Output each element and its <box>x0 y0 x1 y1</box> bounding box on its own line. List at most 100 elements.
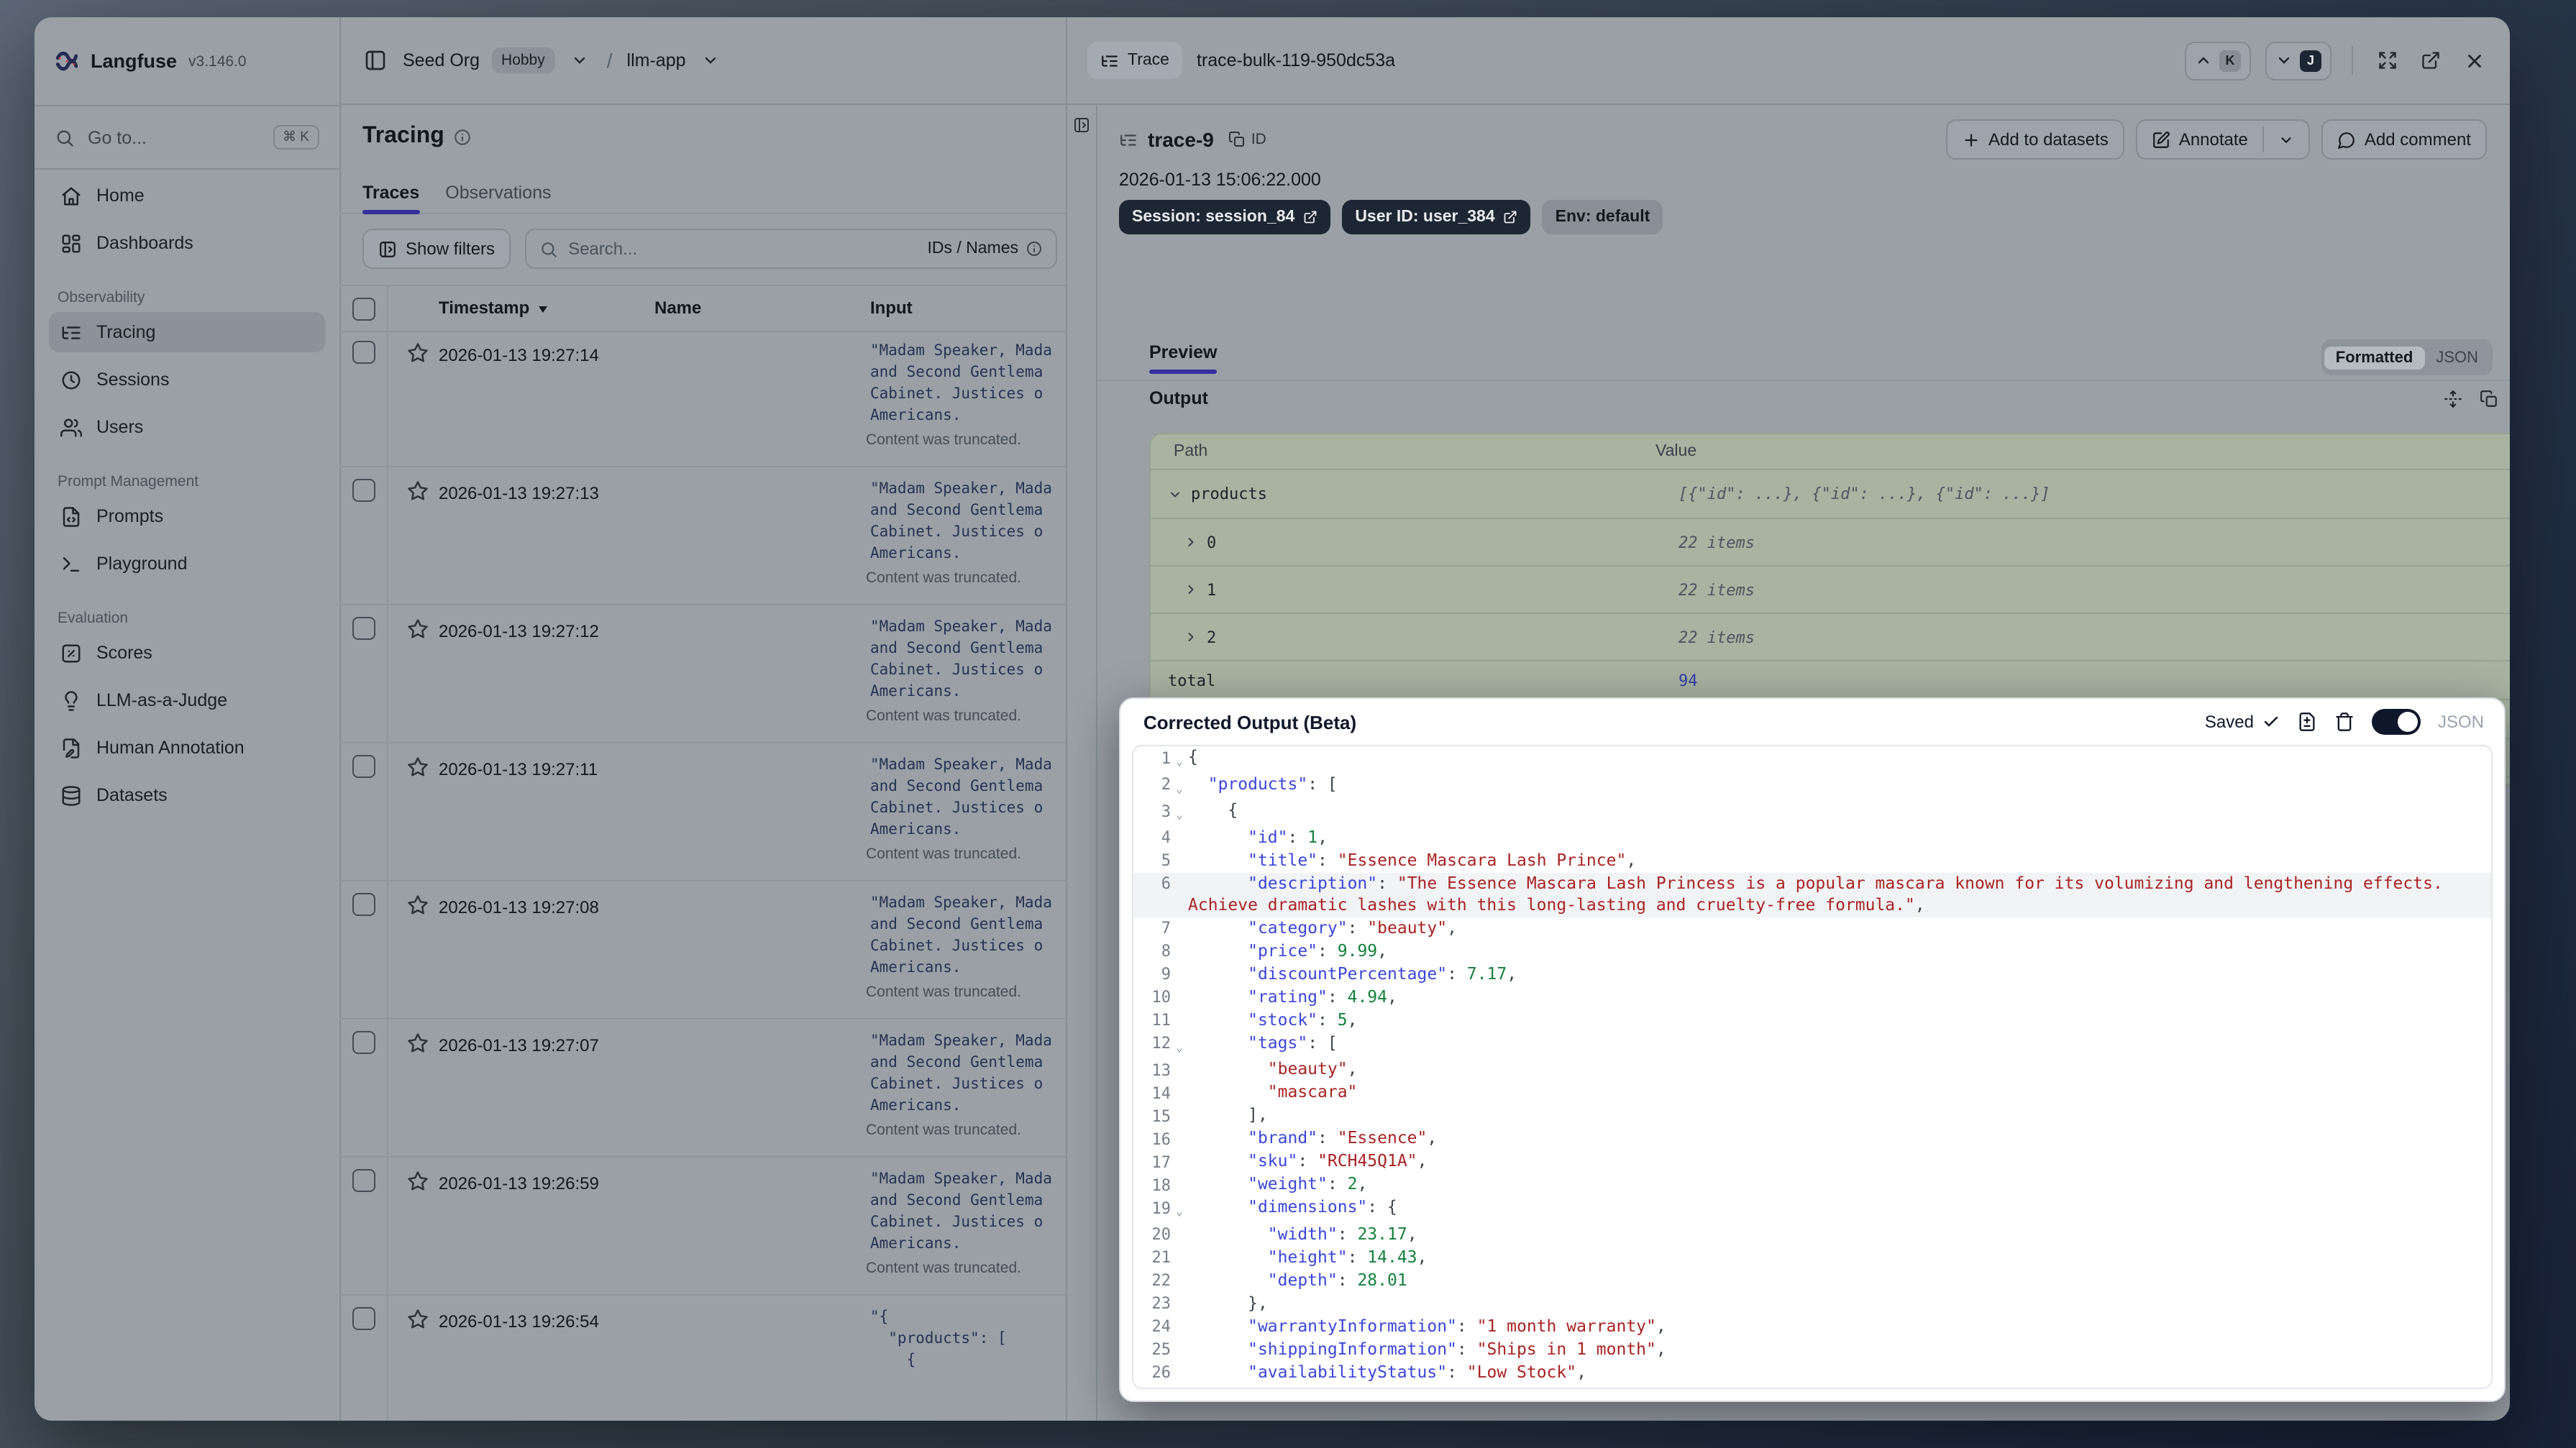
chevron-right-icon[interactable] <box>1184 630 1198 644</box>
row-checkbox[interactable] <box>352 755 375 778</box>
code-line-1[interactable]: 1 ⌄{ <box>1133 746 2491 773</box>
sidebar-item-prompts[interactable]: Prompts <box>49 496 325 536</box>
code-line-22[interactable]: 22 "depth": 28.01 <box>1133 1269 2491 1292</box>
sidebar-item-llm-as-a-judge[interactable]: LLM-as-a-Judge <box>49 680 325 720</box>
info-icon[interactable] <box>1026 240 1043 257</box>
sidebar-item-sessions[interactable]: Sessions <box>49 359 325 400</box>
next-trace-button[interactable]: J <box>2265 41 2331 80</box>
code-line-2[interactable]: 2 ⌄ "products": [ <box>1133 773 2491 799</box>
bookmark-star-icon[interactable] <box>407 342 429 364</box>
sidebar-item-playground[interactable]: Playground <box>49 544 325 584</box>
trace-badge-user-id[interactable]: User ID: user_384 <box>1342 200 1531 234</box>
row-checkbox[interactable] <box>352 893 375 916</box>
breadcrumb-project[interactable]: llm-app <box>627 50 686 70</box>
column-name[interactable]: Name <box>654 298 701 318</box>
trace-table-row[interactable]: 2026-01-13 19:27:08 "Madam Speaker, Mada … <box>339 881 1066 1019</box>
code-line-9[interactable]: 9 "discountPercentage": 7.17, <box>1133 963 2491 986</box>
bookmark-star-icon[interactable] <box>407 480 429 502</box>
row-checkbox[interactable] <box>352 1031 375 1054</box>
trace-table-row[interactable]: 2026-01-13 19:27:07 "Madam Speaker, Mada … <box>339 1019 1066 1158</box>
sidebar-item-tracing[interactable]: Tracing <box>49 312 325 352</box>
panel-left-icon[interactable] <box>360 45 391 76</box>
code-line-26[interactable]: 26 "availabilityStatus": "Low Stock", <box>1133 1361 2491 1384</box>
code-line-15[interactable]: 15 ], <box>1133 1104 2491 1127</box>
row-checkbox[interactable] <box>352 341 375 364</box>
tab-preview[interactable]: Preview <box>1149 342 1218 374</box>
fold-chevron-icon[interactable]: ⌄ <box>1171 1384 1188 1388</box>
row-checkbox[interactable] <box>352 1169 375 1192</box>
trash-icon[interactable] <box>2334 712 2355 732</box>
tab-traces[interactable]: Traces <box>362 173 419 214</box>
output-row-2[interactable]: 2 22 items <box>1151 614 2510 661</box>
prev-trace-button[interactable]: K <box>2185 41 2251 80</box>
expand-icon[interactable] <box>2373 46 2402 75</box>
project-chevron-down-icon[interactable] <box>698 47 723 73</box>
code-line-19[interactable]: 19 ⌄ "dimensions": { <box>1133 1196 2491 1223</box>
row-checkbox[interactable] <box>352 479 375 502</box>
format-option-formatted[interactable]: Formatted <box>2324 346 2425 369</box>
action-add-comment-button[interactable]: Add comment <box>2321 119 2487 160</box>
code-line-20[interactable]: 20 "width": 23.17, <box>1133 1223 2491 1246</box>
fold-chevron-icon[interactable]: ⌄ <box>1171 1032 1188 1058</box>
trace-table-row[interactable]: 2026-01-13 19:27:14 "Madam Speaker, Mada … <box>339 329 1066 467</box>
bookmark-star-icon[interactable] <box>407 1032 429 1054</box>
output-row-1[interactable]: 1 22 items <box>1151 567 2510 614</box>
chevron-right-icon[interactable] <box>1184 582 1198 597</box>
output-row-0[interactable]: 0 22 items <box>1151 519 2510 567</box>
code-line-25[interactable]: 25 "shippingInformation": "Ships in 1 mo… <box>1133 1338 2491 1361</box>
format-option-json[interactable]: JSON <box>2424 346 2490 369</box>
code-line-18[interactable]: 18 "weight": 2, <box>1133 1173 2491 1196</box>
code-line-17[interactable]: 17 "sku": "RCH45Q1A", <box>1133 1150 2491 1173</box>
bookmark-star-icon[interactable] <box>407 1170 429 1192</box>
code-line-5[interactable]: 5 "title": "Essence Mascara Lash Prince"… <box>1133 849 2491 872</box>
copy-id-button[interactable]: ID <box>1224 127 1271 152</box>
copy-output-icon[interactable] <box>2480 389 2498 408</box>
file-diff-icon[interactable] <box>2297 712 2317 732</box>
code-line-14[interactable]: 14 "mascara" <box>1133 1081 2491 1104</box>
action-annotate-button[interactable]: Annotate <box>2135 119 2310 160</box>
bookmark-star-icon[interactable] <box>407 1309 429 1330</box>
code-line-13[interactable]: 13 "beauty", <box>1133 1058 2491 1081</box>
search-mode-label[interactable]: IDs / Names <box>928 240 1019 257</box>
unfold-vertical-icon[interactable] <box>2444 389 2462 408</box>
go-to-search[interactable]: Go to... ⌘ K <box>35 106 339 170</box>
bookmark-star-icon[interactable] <box>407 756 429 778</box>
trace-table-row[interactable]: 2026-01-13 19:27:13 "Madam Speaker, Mada … <box>339 467 1066 605</box>
action-add-to-datasets-button[interactable]: Add to datasets <box>1945 119 2124 160</box>
row-checkbox[interactable] <box>352 1307 375 1330</box>
code-line-4[interactable]: 4 "id": 1, <box>1133 826 2491 849</box>
fold-chevron-icon[interactable]: ⌄ <box>1171 773 1188 799</box>
trace-table-row[interactable]: 2026-01-13 19:26:59 "Madam Speaker, Mada … <box>339 1158 1066 1296</box>
plan-badge[interactable]: Hobby <box>491 47 555 73</box>
search-input[interactable]: Search... IDs / Names <box>525 229 1058 269</box>
action-dropdown-chevron[interactable] <box>2264 121 2308 158</box>
code-line-11[interactable]: 11 "stock": 5, <box>1133 1009 2491 1032</box>
sidebar-item-datasets[interactable]: Datasets <box>49 775 325 815</box>
chevron-down-icon[interactable] <box>1168 487 1182 501</box>
code-line-8[interactable]: 8 "price": 9.99, <box>1133 940 2491 963</box>
bookmark-star-icon[interactable] <box>407 894 429 916</box>
trace-table-row[interactable]: 2026-01-13 19:27:11 "Madam Speaker, Mada … <box>339 743 1066 881</box>
output-row-products[interactable]: products [{"id": ...}, {"id": ...}, {"id"… <box>1151 470 2510 519</box>
close-icon[interactable] <box>2459 45 2490 75</box>
code-line-10[interactable]: 10 "rating": 4.94, <box>1133 986 2491 1009</box>
action-main-segment[interactable]: Add to datasets <box>1947 121 2123 158</box>
sidebar-item-scores[interactable]: Scores <box>49 633 325 673</box>
column-input[interactable]: Input <box>870 298 913 318</box>
code-line-7[interactable]: 7 "category": "beauty", <box>1133 917 2491 940</box>
output-row-total[interactable]: total 94 <box>1151 661 2510 700</box>
sidebar-item-dashboards[interactable]: Dashboards <box>49 223 325 263</box>
panel-expand-icon[interactable] <box>1067 116 1096 134</box>
info-icon[interactable] <box>453 127 472 146</box>
json-toggle[interactable] <box>2371 709 2421 735</box>
code-line-21[interactable]: 21 "height": 14.43, <box>1133 1246 2491 1269</box>
code-line-3[interactable]: 3 ⌄ { <box>1133 799 2491 826</box>
code-line-16[interactable]: 16 "brand": "Essence", <box>1133 1127 2491 1150</box>
trace-badge-session[interactable]: Session: session_84 <box>1119 200 1331 234</box>
column-timestamp[interactable]: Timestamp <box>439 298 529 318</box>
fold-chevron-icon[interactable]: ⌄ <box>1171 746 1188 773</box>
json-code-editor[interactable]: 1 ⌄{2 ⌄ "products": [3 ⌄ {4 "id": 1, 5 "titl… <box>1132 745 2493 1389</box>
sidebar-item-home[interactable]: Home <box>49 175 325 216</box>
action-main-segment[interactable]: Annotate <box>2137 121 2262 158</box>
row-checkbox[interactable] <box>352 617 375 640</box>
